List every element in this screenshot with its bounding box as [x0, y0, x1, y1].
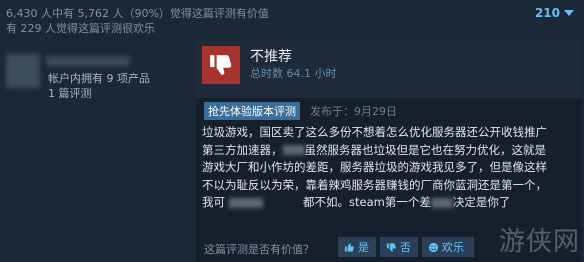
funny-summary: 有 229 人觉得这篇评测很欢乐 — [6, 22, 155, 35]
review-line: 不以为耻反以为荣，靠着辣鸡服务器赚钱的厂商你蓝洞还是第一个， — [202, 177, 547, 192]
early-access-badge: 抢先体验版本评测 — [204, 102, 300, 120]
review-line: 我可 都不如。steam第一个差 决定是你了 — [202, 195, 511, 209]
review-line: 垃圾游戏，国区卖了这么多份不想着怎么优化服务器还公开收钱推广 — [202, 125, 547, 139]
vote-no-button[interactable]: 否 — [380, 237, 418, 257]
thumbs-down-icon — [202, 46, 240, 84]
vote-funny-button[interactable]: 欢乐 — [422, 237, 474, 257]
award-count: 210 — [534, 6, 560, 20]
thumbs-up-icon — [344, 242, 354, 252]
smile-icon — [428, 242, 439, 252]
review-count[interactable]: 1 篇评测 — [48, 85, 92, 101]
vote-yes-button[interactable]: 是 — [338, 237, 376, 257]
watermark-logo: 游侠网 — [498, 227, 580, 257]
redacted-text — [282, 145, 305, 155]
vote-funny-label: 欢乐 — [442, 241, 464, 254]
vote-header[interactable]: 不推荐 总时数 64.1 小时 — [196, 40, 582, 98]
review-body: 垃圾游戏，国区卖了这么多份不想着怎么优化服务器还公开收钱推广 第三方加速器， 虽然… — [202, 124, 578, 212]
products-owned[interactable]: 帐户内拥有 9 项产品 — [48, 70, 150, 86]
redacted-text — [430, 197, 453, 208]
award-counter[interactable]: 210 — [535, 6, 574, 20]
avatar[interactable] — [6, 54, 40, 88]
vote-no-label: 否 — [400, 241, 411, 254]
author-panel: 帐户内拥有 9 项产品 1 篇评测 — [0, 40, 190, 262]
review-line: 第三方加速器， 虽然服务器也垃圾但是它也在努力优化，这就是 — [202, 142, 546, 157]
vote-yes-label: 是 — [358, 241, 369, 254]
helpful-summary: 6,430 人中有 5,762 人（90%）觉得这篇评测有价值 — [6, 7, 269, 20]
review-line: 游戏大厂和小作坊的差距，服务器垃圾的游戏我见多了，但是像这样 — [202, 160, 547, 174]
verdict-title: 不推荐 — [250, 49, 292, 65]
posted-date: 发布于：9月29日 — [310, 105, 397, 118]
author-name-redacted[interactable] — [46, 56, 130, 66]
helpful-question: 这篇评测是否有价值？ — [204, 243, 314, 256]
chevron-down-icon — [564, 10, 574, 16]
thumbs-down-icon — [386, 242, 396, 252]
hours-played: 总时数 64.1 小时 — [250, 67, 337, 80]
redacted-text — [229, 197, 263, 208]
